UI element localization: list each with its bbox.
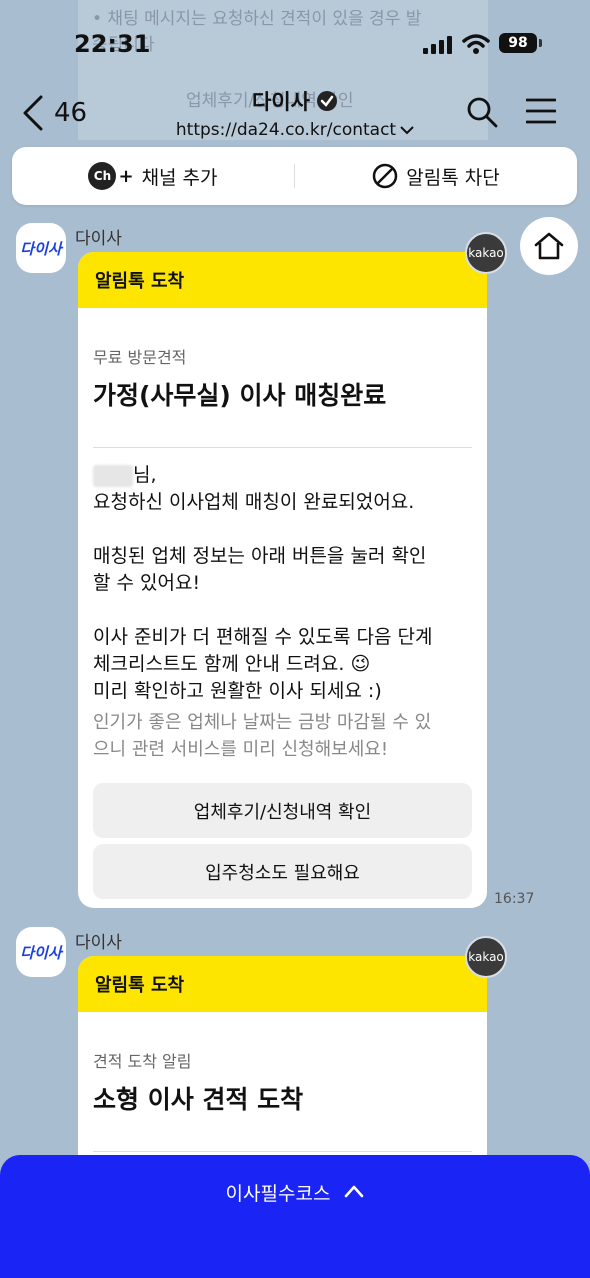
message-timestamp: 16:37 [494,891,535,907]
blurred-name [93,464,133,487]
search-icon[interactable] [466,96,498,128]
message-line: 매칭된 업체 정보는 아래 버튼을 눌러 확인 [93,545,427,567]
wifi-icon [462,34,490,54]
sender-avatar[interactable]: 다이사 [16,927,66,977]
cellular-signal-icon [423,36,452,54]
sender-name: 다이사 [75,933,122,953]
verified-badge-icon [316,91,337,111]
card-header: 알림톡 도착 [78,956,487,1012]
card-subtitle: 견적 도착 알림 [93,1052,192,1071]
divider [93,447,472,448]
review-history-button[interactable]: 업체후기/신청내역 확인 [93,783,472,838]
home-button[interactable] [520,217,578,275]
menu-icon[interactable] [526,98,556,124]
battery-icon: 98 [499,33,537,53]
message-line: 할 수 있어요! [93,572,201,594]
status-bar: 22:31 98 [0,0,590,80]
card-title: 소형 이사 견적 도착 [93,1085,304,1114]
chevron-down-icon [400,126,414,135]
notice-text: 인기가 좋은 업체나 날짜는 금방 마감될 수 있 으니 관련 서비스를 미리 … [93,712,432,760]
sender-avatar[interactable]: 다이사 [16,223,66,273]
battery-tip [539,39,542,47]
chat-title: 다이사 [252,90,310,114]
message-line: 체크리스트도 함께 안내 드려요. 😉 [93,653,371,675]
block-icon [373,163,398,189]
card-subtitle: 무료 방문견적 [93,348,187,367]
back-chevron-icon[interactable] [22,95,44,131]
channel-icon: Ch [88,162,117,190]
chat-header: 46 다이사 https://da24.co.kr/contact [0,80,590,150]
kakao-badge: kakao [465,936,507,978]
card-header: 알림톡 도착 [78,252,487,308]
moving-course-bar[interactable]: 이사필수코스 [0,1155,590,1278]
block-alimtalk-label: 알림톡 차단 [406,166,500,189]
plus-icon: + [118,165,134,187]
cleaning-request-button[interactable]: 입주청소도 필요해요 [93,844,472,899]
alimtalk-card: 알림톡 도착 견적 도착 알림 소형 이사 견적 도착 [78,956,487,1176]
home-icon [534,232,564,260]
kakao-badge: kakao [465,232,507,274]
message-line: 요청하신 이사업체 매칭이 완료되었어요. [93,491,415,513]
status-time: 22:31 [74,30,151,58]
add-channel-button[interactable]: Ch + 채널 추가 [12,162,294,190]
block-alimtalk-button[interactable]: 알림톡 차단 [295,163,577,190]
unread-count[interactable]: 46 [54,98,87,128]
channel-action-bar: Ch + 채널 추가 알림톡 차단 [12,147,577,205]
moving-course-label: 이사필수코스 [225,1183,331,1205]
message-body: 님, 요청하신 이사업체 매칭이 완료되었어요. 매칭된 업체 정보는 아래 버… [93,462,472,705]
add-channel-label: 채널 추가 [141,166,218,189]
card-title: 가정(사무실) 이사 매칭완료 [93,381,387,410]
divider [93,1151,472,1152]
message-line: 미리 확인하고 원활한 이사 되세요 :) [93,680,382,702]
channel-url: https://da24.co.kr/contact [175,120,397,140]
chevron-up-icon [345,1185,364,1198]
chat-title-block[interactable]: 다이사 https://da24.co.kr/contact [140,86,450,140]
sender-name: 다이사 [75,229,122,249]
message-line: 이사 준비가 더 편해질 수 있도록 다음 단계 [93,626,433,648]
alimtalk-card: 알림톡 도착 무료 방문견적 가정(사무실) 이사 매칭완료 님, 요청하신 이… [78,252,487,908]
